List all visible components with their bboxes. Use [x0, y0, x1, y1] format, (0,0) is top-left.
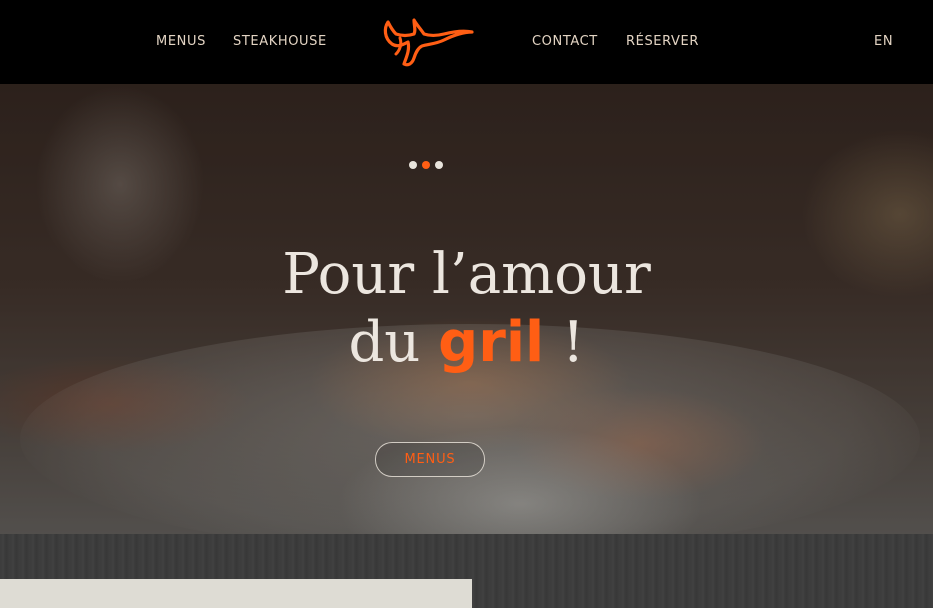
slider-dot-2[interactable]: [422, 161, 430, 169]
hero-menus-button[interactable]: MENUS: [375, 442, 485, 477]
nav-link-reserver[interactable]: RÉSERVER: [626, 34, 699, 49]
bull-horns-logo[interactable]: [378, 14, 474, 70]
slider-dots: [409, 161, 449, 171]
hero-heading-prefix: du: [348, 310, 439, 375]
nav-link-steakhouse[interactable]: STEAKHOUSE: [233, 34, 327, 49]
nav-link-contact[interactable]: CONTACT: [532, 34, 598, 49]
content-card-panel: [0, 579, 472, 608]
slider-dot-1[interactable]: [409, 161, 417, 169]
hero-heading-suffix: !: [544, 310, 585, 375]
language-switch-en[interactable]: EN: [874, 34, 893, 49]
hero-slider: Pour l’amour du gril ! MENUS: [0, 84, 933, 534]
nav-link-menus[interactable]: MENUS: [156, 34, 206, 49]
slider-dot-3[interactable]: [435, 161, 443, 169]
hero-heading-line-2: du gril !: [0, 310, 933, 376]
hero-heading-line-1: Pour l’amour: [282, 242, 651, 307]
top-navigation-bar: MENUS STEAKHOUSE CONTACT RÉSERVER EN: [0, 0, 933, 84]
hero-heading-accent-word: gril: [438, 310, 545, 375]
